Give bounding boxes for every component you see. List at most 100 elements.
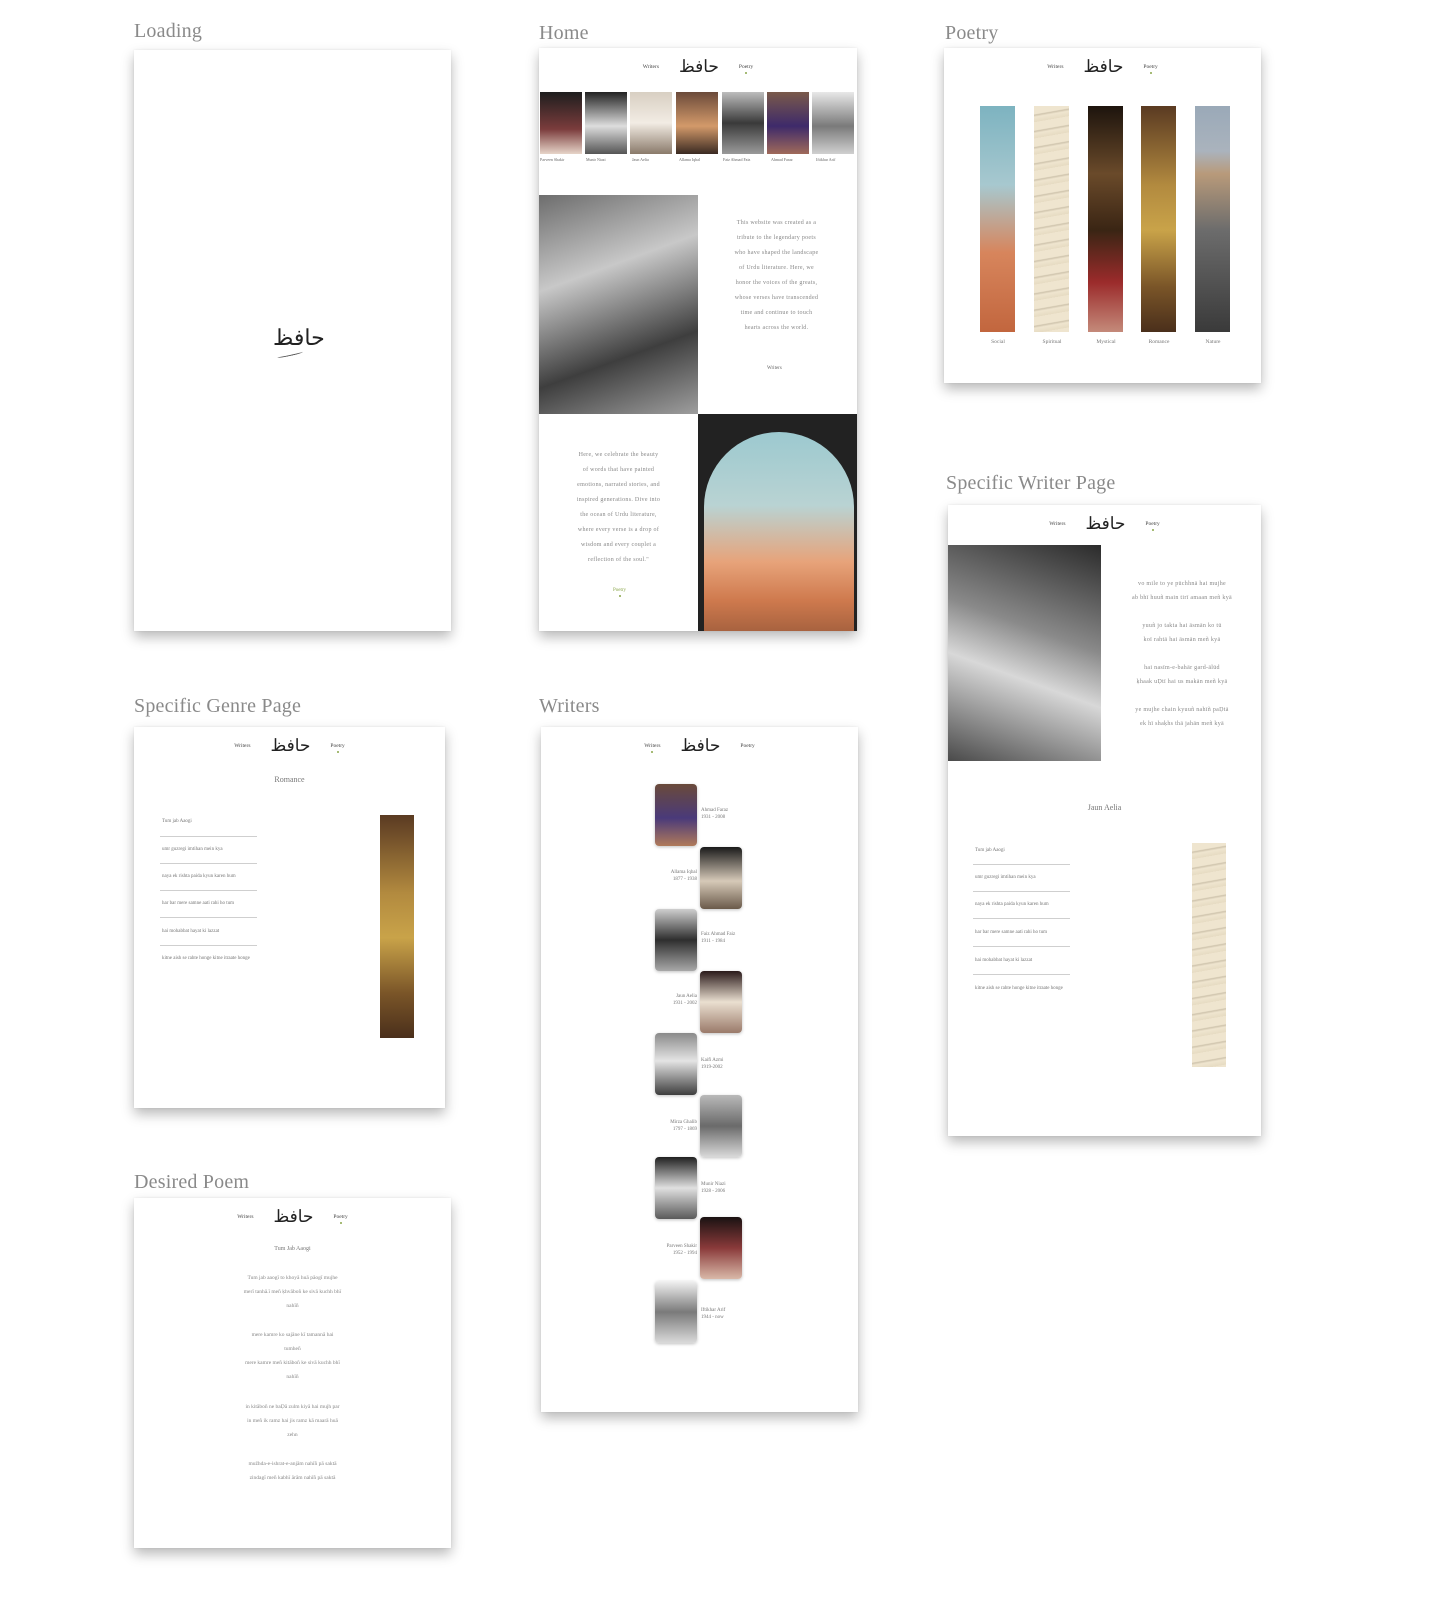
poem-line: nahīñ <box>286 1303 299 1309</box>
nav-poetry[interactable]: Poetry <box>333 1214 348 1224</box>
nav-writers[interactable]: Writers <box>643 64 659 70</box>
poem-link[interactable]: hai mohabbat hayat ki lazzat <box>975 958 1032 963</box>
writer-photo[interactable] <box>655 1281 697 1343</box>
couplet-line: ḳhaak uḌtī hai us makān meñ kyā <box>1136 679 1228 685</box>
writer-entry[interactable]: Kaifi Azmi 1919-2002 <box>701 1057 723 1071</box>
celebrate-line: inspired generations. Dive into <box>576 497 661 503</box>
divider <box>973 946 1070 947</box>
writers-link[interactable]: Writers <box>767 366 782 371</box>
writer-photo[interactable] <box>700 847 742 909</box>
logo[interactable]: حافظ <box>680 737 720 755</box>
writer-entry[interactable]: Faiz Ahmad Faiz 1911 - 1984 <box>701 931 735 945</box>
intro-line: hearts across the world. <box>744 325 809 331</box>
genre-strip-nature[interactable] <box>1195 106 1230 332</box>
writer-entry[interactable]: Parveen Shakir 1952 - 1994 <box>639 1243 697 1257</box>
poem-line: nahīñ <box>286 1374 299 1380</box>
writer-page-frame: Writers حافظ Poetry vo mile to ye pūchhn… <box>948 505 1261 1136</box>
celebrate-line: reflection of the soul." <box>588 557 649 563</box>
carousel-photo[interactable] <box>630 92 672 154</box>
genre-strip-mystical[interactable] <box>1088 106 1123 332</box>
logo[interactable]: حافظ <box>679 58 719 76</box>
loading-logo: حافظ <box>273 326 325 351</box>
poem-link[interactable]: Tum jab Aaogi <box>975 848 1005 853</box>
nav-poetry[interactable]: Poetry <box>1143 64 1158 74</box>
writer-photo[interactable] <box>700 1217 742 1279</box>
caption-loading: Loading <box>134 20 203 42</box>
nav-writers[interactable]: Writers <box>234 743 250 749</box>
carousel-photo[interactable] <box>722 92 764 154</box>
nav-poetry[interactable]: Poetry <box>740 743 754 749</box>
nav-writers[interactable]: Writers <box>237 1214 253 1220</box>
writers-carousel: Parveen Shakir Munir Niazi Jaun Aelia Al… <box>539 92 857 164</box>
carousel-photo[interactable] <box>812 92 854 154</box>
genre-page-frame: Writers حافظ Poetry Romance Tum jab Aaog… <box>134 727 445 1108</box>
nav-poetry[interactable]: Poetry <box>330 743 345 753</box>
divider <box>973 864 1070 865</box>
poem-link[interactable]: har bar mere samne aati rahi ho tum <box>975 930 1047 935</box>
genre-label-nature[interactable]: Nature <box>1183 339 1243 345</box>
genre-label-spiritual[interactable]: Spiritual <box>1022 339 1082 345</box>
writer-entry[interactable]: Jaun Aelia 1931 - 2002 <box>639 993 697 1007</box>
carousel-name: Jaun Aelia <box>632 157 649 162</box>
poem-link[interactable]: naya ek rishta paida kyun karen hum <box>975 902 1049 907</box>
writer-entry[interactable]: Mirza Ghalib 1797 - 1869 <box>639 1119 697 1133</box>
poem-line: tumheñ <box>284 1346 301 1352</box>
couplet-line: vo mile to ye pūchhnā hai mujhe <box>1138 581 1226 587</box>
poem-link[interactable]: umr guzregi imtihan mein kya <box>975 875 1036 880</box>
couplet-line: ek hī shaḳhs thā jahān meñ kyā <box>1140 721 1224 727</box>
celebrate-line: emotions, narrated stories, and <box>577 482 660 488</box>
carousel-name: Ahmad Faraz <box>771 157 793 162</box>
nav-poetry[interactable]: Poetry <box>1145 521 1160 531</box>
writer-photo[interactable] <box>655 909 697 971</box>
carousel-photo[interactable] <box>767 92 809 154</box>
writer-photo[interactable] <box>700 971 742 1033</box>
caption-writer-page: Specific Writer Page <box>946 472 1116 494</box>
genre-label-social[interactable]: Social <box>968 339 1028 345</box>
divider <box>160 836 257 837</box>
logo[interactable]: حافظ <box>1085 515 1125 533</box>
writer-entry[interactable]: Iftikhar Arif 1944 - now <box>701 1307 725 1321</box>
writer-photo[interactable] <box>655 784 697 846</box>
carousel-photo[interactable] <box>676 92 718 154</box>
intro-line: tribute to the legendary poets <box>737 235 816 241</box>
nav-writers[interactable]: Writers <box>1047 64 1063 70</box>
poem-link[interactable]: kitne aish se rahte honge kitne itraate … <box>162 956 250 961</box>
carousel-photo[interactable] <box>585 92 627 154</box>
genre-label-mystical[interactable]: Mystical <box>1076 339 1136 345</box>
writer-entry[interactable]: Munir Niazi 1928 - 2006 <box>701 1181 726 1195</box>
writer-entry[interactable]: Ahmad Faraz 1931 - 2008 <box>701 807 728 821</box>
poem-link[interactable]: har bar mere samne aati rahi ho tum <box>162 901 234 906</box>
writer-photo[interactable] <box>700 1095 742 1157</box>
logo[interactable]: حافظ <box>270 737 310 755</box>
poetry-link[interactable]: Poetry <box>613 588 626 597</box>
intro-line: of Urdu literature. Here, we <box>738 265 815 271</box>
genre-label-romance[interactable]: Romance <box>1129 339 1189 345</box>
poem-frame: Writers حافظ Poetry Tum Jab Aaogi Tum ja… <box>134 1198 451 1548</box>
writer-photo[interactable] <box>655 1157 697 1219</box>
genre-strip-spiritual[interactable] <box>1034 106 1069 332</box>
writer-entry[interactable]: Allama Iqbal 1877 - 1938 <box>639 869 697 883</box>
poem-line: in kitāboñ ne baḌā zulm kiyā hai mujh pa… <box>245 1404 340 1410</box>
writer-photo[interactable] <box>655 1033 697 1095</box>
poem-link[interactable]: Tum jab Aaogi <box>162 819 192 824</box>
nav-writers[interactable]: Writers <box>644 743 660 753</box>
nav-poetry[interactable]: Poetry <box>739 64 753 74</box>
nav-writers[interactable]: Writers <box>1049 521 1065 527</box>
poem-link[interactable]: hai mohabbat hayat ki lazzat <box>162 929 219 934</box>
poem-link[interactable]: naya ek rishta paida kyun karen hum <box>162 874 236 879</box>
logo[interactable]: حافظ <box>1083 58 1123 76</box>
writer-portrait <box>948 545 1101 761</box>
divider <box>160 917 257 918</box>
carousel-photo[interactable] <box>540 92 582 154</box>
genre-strip-social[interactable] <box>980 106 1015 332</box>
genre-strip-romance[interactable] <box>1141 106 1176 332</box>
couplet-line: hai nasīm-e-bahār gard-ālūd <box>1144 665 1220 671</box>
celebrate-text: Here, we celebrate the beauty of words t… <box>556 448 681 568</box>
couplet-line: yuuñ jo takta hai āsmān ko tū <box>1142 623 1222 629</box>
caption-poetry: Poetry <box>945 22 999 44</box>
poem-link[interactable]: umr guzregi imtihan mein kya <box>162 847 223 852</box>
caption-genre: Specific Genre Page <box>134 695 302 717</box>
poem-link[interactable]: kitne aish se rahte honge kitne itraate … <box>975 986 1063 991</box>
logo[interactable]: حافظ <box>273 1208 313 1226</box>
mosque-photo <box>698 414 857 631</box>
